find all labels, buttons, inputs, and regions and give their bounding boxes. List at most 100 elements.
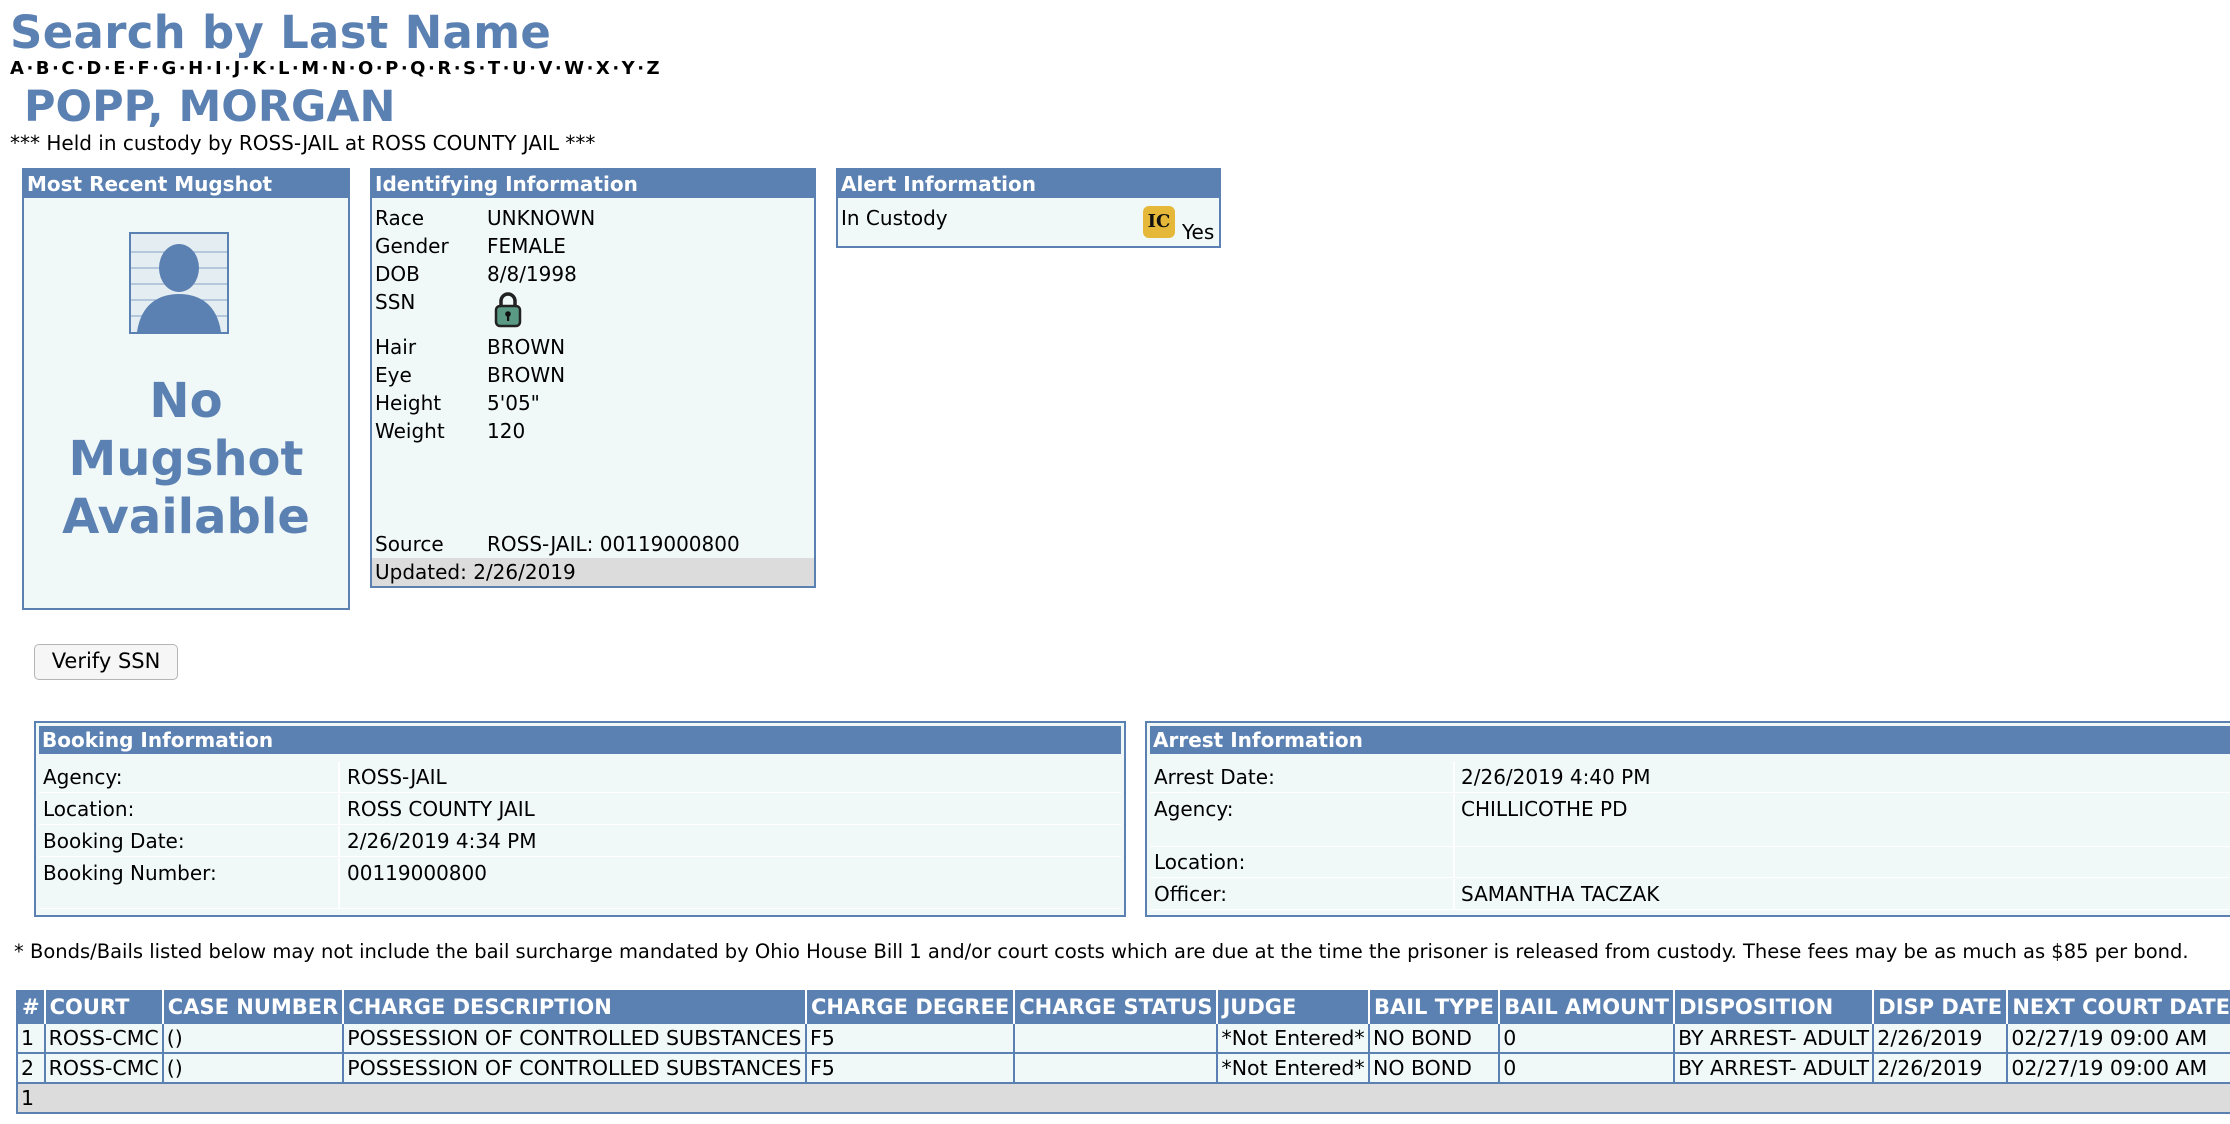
id-row-height: Height 5'05" bbox=[375, 391, 540, 415]
cell-charge-description: POSSESSION OF CONTROLLED SUBSTANCES bbox=[342, 1052, 808, 1084]
letter-link-r[interactable]: R bbox=[437, 58, 451, 79]
cell-charge-description: POSSESSION OF CONTROLLED SUBSTANCES bbox=[342, 1022, 808, 1054]
in-custody-badge-icon: IC bbox=[1143, 206, 1175, 238]
alert-value: Yes bbox=[1182, 220, 1215, 244]
letter-separator: · bbox=[268, 58, 276, 79]
cell-bail-amount: 0 bbox=[1498, 1022, 1676, 1054]
arrest-row-officer: Officer: SAMANTHA TACZAK bbox=[1150, 879, 2230, 910]
col-charge-status: CHARGE STATUS bbox=[1014, 991, 1219, 1023]
letter-link-d[interactable]: D bbox=[86, 58, 101, 79]
cell-disposition: BY ARREST- ADULT bbox=[1673, 1022, 1875, 1054]
col-case-number: CASE NUMBER bbox=[162, 991, 345, 1023]
booking-heading: Booking Information bbox=[39, 726, 1121, 754]
letter-link-i[interactable]: I bbox=[215, 58, 222, 79]
cell-charge-degree: F5 bbox=[805, 1022, 1016, 1054]
letter-link-c[interactable]: C bbox=[61, 58, 74, 79]
letter-separator: · bbox=[242, 58, 250, 79]
cell-number: 2 bbox=[16, 1052, 46, 1084]
arrest-row-location: Location: bbox=[1150, 847, 2230, 878]
letter-link-u[interactable]: U bbox=[512, 58, 527, 79]
mugshot-heading: Most Recent Mugshot bbox=[24, 170, 348, 198]
identifying-panel: Identifying Information Race UNKNOWN Gend… bbox=[370, 168, 816, 588]
page-title: Search by Last Name bbox=[10, 6, 552, 59]
letter-link-f[interactable]: F bbox=[137, 58, 149, 79]
cell-bail-amount: 0 bbox=[1498, 1052, 1676, 1084]
letter-link-s[interactable]: S bbox=[463, 58, 476, 79]
padlock-icon bbox=[493, 290, 523, 333]
letter-link-t[interactable]: T bbox=[488, 58, 500, 79]
letter-link-w[interactable]: W bbox=[564, 58, 584, 79]
mugshot-panel: Most Recent Mugshot No Mugshot Available bbox=[22, 168, 350, 610]
cell-case-number: () bbox=[161, 1052, 345, 1084]
col-judge: JUDGE bbox=[1217, 991, 1370, 1023]
cell-bail-type: NO BOND bbox=[1367, 1022, 1501, 1054]
no-mugshot-text: No Mugshot Available bbox=[62, 373, 310, 545]
letter-link-j[interactable]: J bbox=[234, 58, 241, 79]
letter-link-m[interactable]: M bbox=[301, 58, 319, 79]
cell-disp-date: 2/26/2019 bbox=[1872, 1052, 2009, 1084]
letter-link-z[interactable]: Z bbox=[647, 58, 660, 79]
letter-separator: · bbox=[128, 58, 135, 79]
letter-link-q[interactable]: Q bbox=[410, 58, 425, 79]
letter-separator: · bbox=[291, 58, 299, 79]
letter-separator: · bbox=[453, 58, 461, 79]
letter-separator: · bbox=[178, 58, 186, 79]
col-number: # bbox=[17, 991, 46, 1023]
id-row-weight: Weight 120 bbox=[375, 419, 526, 443]
updated-date: Updated: 2/26/2019 bbox=[372, 558, 814, 586]
person-silhouette-icon bbox=[129, 232, 229, 334]
id-row-source: Source ROSS-JAIL: 00119000800 bbox=[375, 532, 740, 556]
letter-separator: · bbox=[637, 58, 645, 79]
letter-separator: · bbox=[205, 58, 213, 79]
arrest-heading: Arrest Information bbox=[1150, 726, 2230, 754]
letter-link-p[interactable]: P bbox=[385, 58, 398, 79]
charges-table: # COURT CASE NUMBER CHARGE DESCRIPTION C… bbox=[16, 990, 2230, 1114]
booking-row-number: Booking Number: 00119000800 bbox=[39, 858, 1121, 909]
table-footer-row: 1 bbox=[17, 1082, 2230, 1114]
letter-link-b[interactable]: B bbox=[36, 58, 50, 79]
letter-link-v[interactable]: V bbox=[538, 58, 552, 79]
col-bail-amount: BAIL AMOUNT bbox=[1499, 991, 1676, 1023]
cell-disposition: BY ARREST- ADULT bbox=[1673, 1052, 1875, 1084]
letter-link-e[interactable]: E bbox=[113, 58, 125, 79]
letter-separator: · bbox=[26, 58, 34, 79]
letter-separator: · bbox=[152, 58, 159, 79]
letter-link-g[interactable]: G bbox=[162, 58, 177, 79]
id-row-hair: Hair BROWN bbox=[375, 335, 566, 359]
letter-link-x[interactable]: X bbox=[596, 58, 610, 79]
cell-charge-status bbox=[1013, 1052, 1219, 1084]
cell-court: ROSS-CMC bbox=[43, 1022, 164, 1054]
letter-link-n[interactable]: N bbox=[331, 58, 346, 79]
table-footer-count: 1 bbox=[17, 1082, 2230, 1114]
letter-link-y[interactable]: Y bbox=[622, 58, 635, 79]
col-next-court-date: NEXT COURT DATE bbox=[2007, 991, 2230, 1023]
id-row-ssn: SSN bbox=[375, 290, 523, 333]
cell-disp-date: 2/26/2019 bbox=[1872, 1022, 2009, 1054]
letter-separator: · bbox=[321, 58, 329, 79]
id-row-dob: DOB 8/8/1998 bbox=[375, 262, 577, 286]
letter-link-h[interactable]: H bbox=[188, 58, 203, 79]
letter-separator: · bbox=[77, 58, 84, 79]
letter-link-k[interactable]: K bbox=[252, 58, 266, 79]
cell-court: ROSS-CMC bbox=[43, 1052, 164, 1084]
arrest-panel: Arrest Information Arrest Date: 2/26/2019… bbox=[1145, 721, 2230, 917]
verify-ssn-button[interactable]: Verify SSN bbox=[34, 644, 178, 680]
booking-row-agency: Agency: ROSS-JAIL bbox=[39, 762, 1121, 793]
table-row: 2 ROSS-CMC () POSSESSION OF CONTROLLED S… bbox=[16, 1052, 2230, 1084]
cell-case-number: () bbox=[161, 1022, 345, 1054]
cell-charge-status bbox=[1013, 1022, 1219, 1054]
letter-separator: · bbox=[375, 58, 383, 79]
col-charge-description: CHARGE DESCRIPTION bbox=[343, 991, 808, 1023]
letter-separator: · bbox=[427, 58, 435, 79]
arrest-row-agency: Agency: CHILLICOTHE PD bbox=[1150, 794, 2230, 847]
alert-panel: Alert Information In Custody IC Yes bbox=[836, 168, 1221, 248]
col-bail-type: BAIL TYPE bbox=[1368, 991, 1501, 1023]
letter-separator: · bbox=[554, 58, 562, 79]
cell-bail-type: NO BOND bbox=[1367, 1052, 1501, 1084]
letter-link-a[interactable]: A bbox=[10, 58, 24, 79]
letter-link-o[interactable]: O bbox=[358, 58, 373, 79]
booking-panel: Booking Information Agency: ROSS-JAIL Loc… bbox=[34, 721, 1126, 917]
letter-link-l[interactable]: L bbox=[278, 58, 289, 79]
col-disp-date: DISP DATE bbox=[1873, 991, 2009, 1023]
cell-next-court-date: 02/27/19 09:00 AM bbox=[2006, 1022, 2230, 1054]
